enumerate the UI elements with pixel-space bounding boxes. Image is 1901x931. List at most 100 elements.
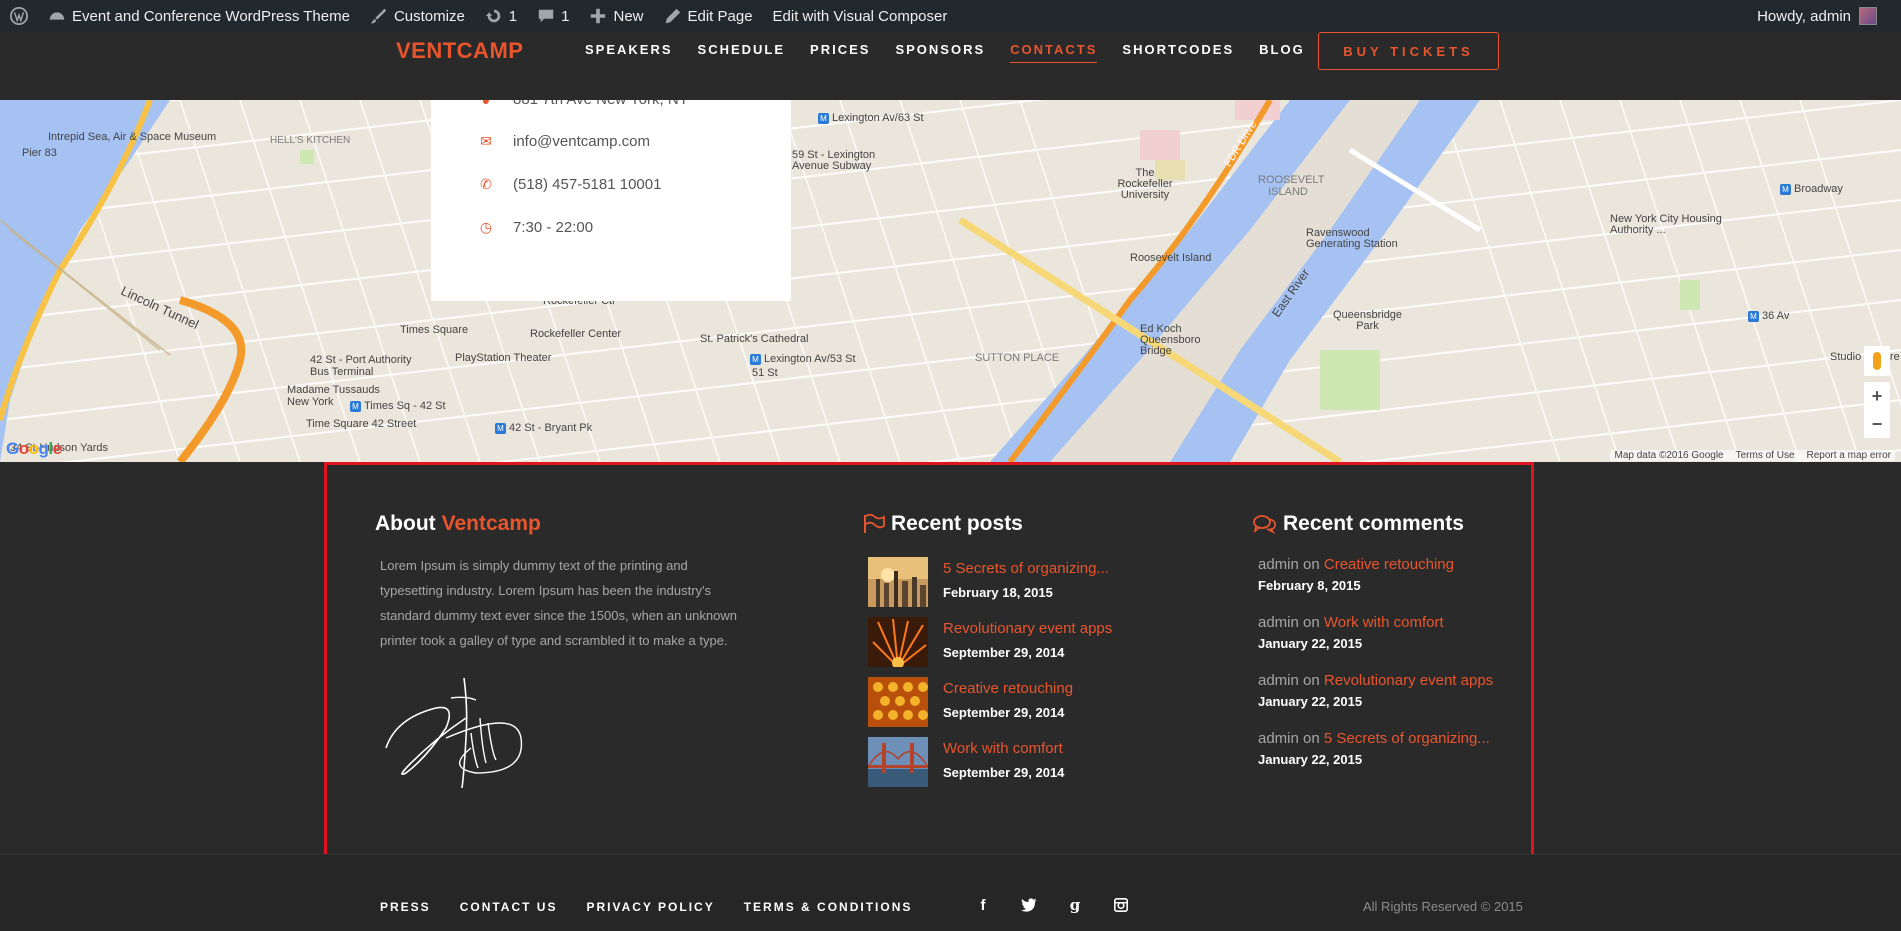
comment-author: admin	[1258, 672, 1299, 689]
customize-link[interactable]: Customize	[360, 0, 475, 32]
google-logo[interactable]: Google	[6, 439, 62, 459]
recent-comments-widget: Recent comments	[1253, 512, 1464, 536]
nav-schedule[interactable]: SCHEDULE	[698, 42, 786, 63]
post-title[interactable]: Creative retouching	[943, 680, 1073, 697]
footer-link-press[interactable]: PRESS	[380, 900, 431, 914]
site-name-label: Event and Conference WordPress Theme	[72, 7, 350, 25]
map-label-time-square-42: Time Square 42 Street	[306, 418, 417, 430]
visual-composer-link[interactable]: Edit with Visual Composer	[763, 0, 958, 32]
updates-link[interactable]: 1	[475, 0, 527, 32]
comment-on: on	[1303, 730, 1320, 747]
new-content-link[interactable]: New	[579, 0, 653, 32]
brush-icon	[370, 8, 387, 24]
list-item[interactable]: Work with comfort September 29, 2014	[868, 737, 1168, 787]
avatar	[1859, 7, 1877, 25]
map-label-lexington-53: Lexington Av/53 St	[750, 353, 856, 365]
comment-author: admin	[1258, 614, 1299, 631]
site-header: VENTCAMP SPEAKERS SCHEDULE PRICES SPONSO…	[0, 32, 1901, 100]
footer-link-privacy-policy[interactable]: PRIVACY POLICY	[586, 900, 714, 914]
social-links: f g	[975, 896, 1129, 914]
list-item[interactable]: Creative retouching September 29, 2014	[868, 677, 1168, 727]
comment-on: on	[1303, 672, 1320, 689]
post-thumbnail-sparks	[868, 617, 928, 667]
nav-blog[interactable]: BLOG	[1259, 42, 1305, 63]
comment-icon	[538, 9, 554, 23]
post-title[interactable]: Work with comfort	[943, 740, 1063, 757]
signature-image	[385, 678, 523, 788]
facebook-icon[interactable]: f	[975, 897, 991, 914]
report-map-error-link[interactable]: Report a map error	[1807, 450, 1891, 461]
map-label-port-authority: 42 St - Port Authority Bus Terminal	[310, 354, 412, 378]
comments-icon	[1253, 515, 1276, 534]
post-date: September 29, 2014	[943, 765, 1065, 780]
zoom-controls: + −	[1864, 382, 1890, 438]
instagram-icon[interactable]	[1113, 897, 1129, 913]
footer-bottom-bar: PRESS CONTACT US PRIVACY POLICY TERMS & …	[0, 854, 1901, 931]
edit-page-link[interactable]: Edit Page	[654, 0, 763, 32]
clock-icon: ◷	[479, 219, 493, 235]
map-label-roosevelt-island: Roosevelt Island	[1130, 252, 1212, 264]
map-label-nyc-housing: New York City Housing Authority ...	[1610, 213, 1722, 236]
post-title[interactable]: 5 Secrets of organizing...	[943, 560, 1109, 577]
nav-prices[interactable]: PRICES	[810, 42, 870, 63]
updates-icon	[485, 9, 501, 23]
recent-comments-title: Recent comments	[1253, 512, 1464, 536]
phone-icon: ✆	[480, 176, 492, 192]
comment-post-link[interactable]: Revolutionary event apps	[1324, 672, 1493, 689]
comment-on: on	[1303, 614, 1320, 631]
terms-of-use-link[interactable]: Terms of Use	[1736, 450, 1795, 461]
contact-email[interactable]: info@ventcamp.com	[513, 133, 650, 150]
comment-post-link[interactable]: Creative retouching	[1324, 556, 1454, 573]
recent-posts-title: Recent posts	[863, 512, 1023, 536]
list-item[interactable]: 5 Secrets of organizing... February 18, …	[868, 557, 1168, 607]
google-map[interactable]: Intrepid Sea, Air & Space Museum Pier 83…	[0, 100, 1901, 462]
comment-post-link[interactable]: 5 Secrets of organizing...	[1324, 730, 1490, 747]
map-label-36-av: 36 Av	[1748, 310, 1789, 322]
envelope-icon: ✉	[480, 133, 492, 149]
list-item[interactable]: Revolutionary event apps September 29, 2…	[868, 617, 1168, 667]
contact-phone: (518) 457-5181 10001	[513, 176, 662, 193]
comment-date: January 22, 2015	[1258, 752, 1363, 767]
nav-speakers[interactable]: SPEAKERS	[585, 42, 673, 63]
about-title: About Ventcamp	[375, 512, 755, 536]
map-label-ed-koch-bridge: Ed Koch Queensboro Bridge	[1140, 323, 1201, 357]
zoom-out-button[interactable]: −	[1872, 414, 1883, 435]
map-label-rockefeller-center: Rockefeller Center	[530, 328, 622, 340]
nav-contacts[interactable]: CONTACTS	[1010, 42, 1098, 63]
contact-phone-row: ✆ (518) 457-5181 10001	[479, 176, 661, 193]
map-label-rockefeller-university: The Rockefeller University	[1117, 167, 1173, 201]
contact-address: 881 7th Ave New York, NY	[513, 100, 689, 108]
comment-post-link[interactable]: Work with comfort	[1324, 614, 1444, 631]
footer-link-contact-us[interactable]: CONTACT US	[460, 900, 558, 914]
google-plus-icon[interactable]: g	[1067, 896, 1083, 914]
map-label-st-patricks: St. Patrick's Cathedral	[700, 333, 809, 345]
contact-email-row: ✉ info@ventcamp.com	[479, 133, 650, 150]
nav-sponsors[interactable]: SPONSORS	[895, 42, 985, 63]
twitter-icon[interactable]	[1021, 897, 1037, 913]
about-title-prefix: About	[375, 512, 436, 535]
comments-link[interactable]: 1	[527, 0, 579, 32]
page: Event and Conference WordPress Theme Cus…	[0, 0, 1901, 931]
buy-tickets-button[interactable]: BUY TICKETS	[1318, 32, 1499, 70]
comment-author: admin	[1258, 730, 1299, 747]
map-label-times-square: Times Square	[400, 324, 469, 336]
nav-shortcodes[interactable]: SHORTCODES	[1122, 42, 1234, 63]
map-marker-icon: ●	[479, 100, 493, 108]
map-label-51-st: 51 St	[752, 367, 778, 379]
contact-card: ● 881 7th Ave New York, NY ✉ info@ventca…	[431, 100, 791, 301]
recent-posts-widget: Recent posts	[863, 512, 1023, 536]
zoom-in-button[interactable]: +	[1872, 386, 1883, 407]
visual-composer-label: Edit with Visual Composer	[772, 7, 948, 25]
post-title[interactable]: Revolutionary event apps	[943, 620, 1112, 637]
comment-date: January 22, 2015	[1258, 694, 1363, 709]
contact-hours-row: ◷ 7:30 - 22:00	[479, 219, 593, 236]
site-logo[interactable]: VENTCAMP	[396, 38, 523, 64]
post-date: February 18, 2015	[943, 585, 1053, 600]
footer-link-terms[interactable]: TERMS & CONDITIONS	[744, 900, 913, 914]
street-view-pegman[interactable]	[1864, 346, 1890, 376]
site-name-link[interactable]: Event and Conference WordPress Theme	[38, 0, 360, 32]
map-label-queensbridge-park: Queensbridge Park	[1332, 309, 1403, 332]
flag-icon	[864, 514, 885, 533]
wordpress-logo-button[interactable]	[0, 0, 38, 32]
my-account[interactable]: Howdy, admin	[1757, 7, 1901, 25]
